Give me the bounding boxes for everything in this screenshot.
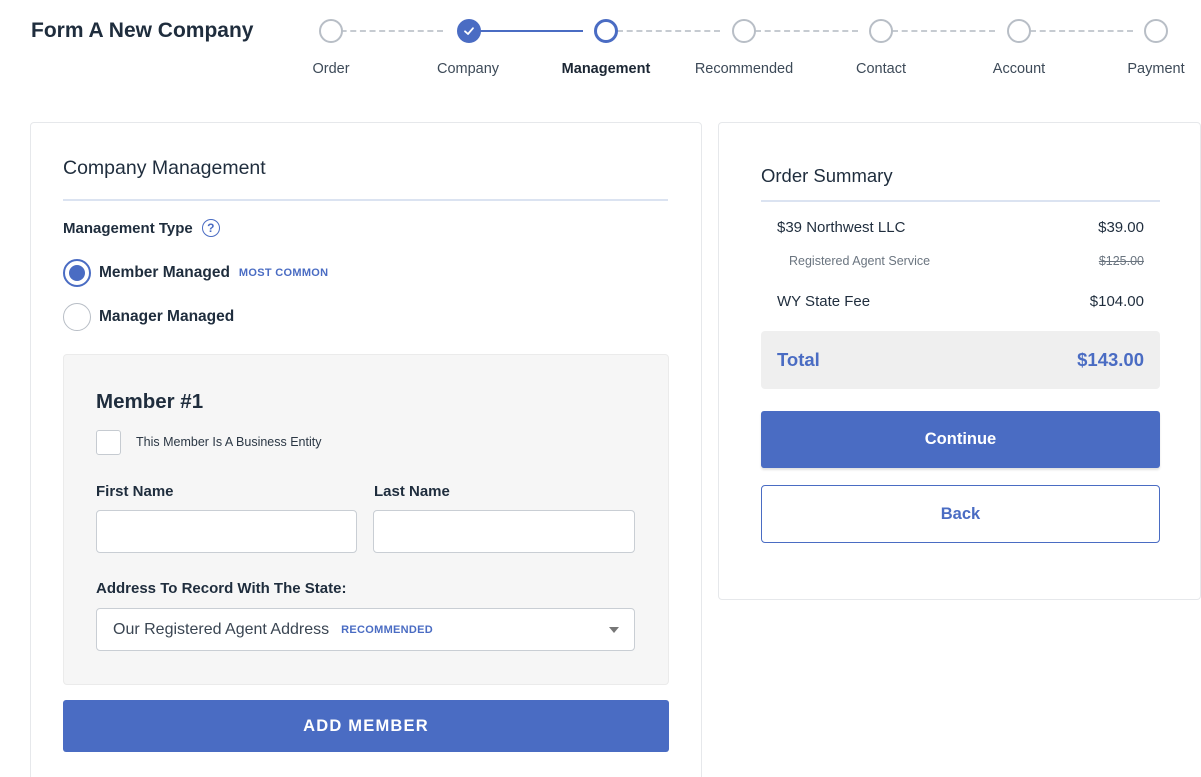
- add-member-button[interactable]: ADD MEMBER: [63, 700, 669, 752]
- step-payment-label: Payment: [1127, 61, 1185, 77]
- progress-stepper: Order Company Management Recommended Con…: [290, 12, 1201, 84]
- step-contact-indicator[interactable]: [869, 19, 893, 43]
- management-type-heading: Management Type ?: [63, 219, 220, 237]
- step-connector: [331, 30, 443, 32]
- step-management-indicator[interactable]: [594, 19, 618, 43]
- most-common-badge: MOST COMMON: [238, 267, 329, 279]
- step-order-label: Order: [312, 61, 350, 77]
- line-item-price: $104.00: [1089, 293, 1144, 310]
- line-item-name: $39 Northwest LLC: [777, 219, 906, 236]
- step-order-indicator[interactable]: [319, 19, 343, 43]
- line-item-name: WY State Fee: [777, 293, 871, 310]
- business-entity-checkbox[interactable]: [96, 430, 121, 455]
- line-item-name: Registered Agent Service: [789, 254, 931, 268]
- step-payment-indicator[interactable]: [1144, 19, 1168, 43]
- step-account-indicator[interactable]: [1007, 19, 1031, 43]
- line-item: WY State Fee $104.00: [777, 293, 1144, 310]
- first-name-label: First Name: [96, 483, 174, 500]
- radio-manager-managed[interactable]: Manager Managed: [63, 303, 234, 331]
- line-item-price: $125.00: [1098, 254, 1144, 268]
- member-panel: Member #1 This Member Is A Business Enti…: [63, 354, 669, 685]
- business-entity-label[interactable]: This Member Is A Business Entity: [136, 435, 322, 449]
- step-connector: [480, 30, 583, 32]
- step-connector: [892, 30, 995, 32]
- line-item: Registered Agent Service $125.00: [789, 254, 1144, 268]
- step-company-label: Company: [436, 61, 500, 77]
- company-management-card: Company Management Management Type ? Mem…: [30, 122, 702, 777]
- last-name-input[interactable]: [373, 510, 635, 553]
- radio-unchecked-icon[interactable]: [63, 303, 91, 331]
- step-account-label: Account: [992, 61, 1046, 77]
- summary-title: Order Summary: [761, 165, 893, 186]
- help-icon[interactable]: ?: [201, 219, 220, 237]
- address-select[interactable]: Our Registered Agent Address RECOMMENDED: [96, 608, 635, 651]
- radio-label[interactable]: Manager Managed: [99, 308, 234, 326]
- first-name-input[interactable]: [96, 510, 357, 553]
- continue-button[interactable]: Continue: [761, 411, 1160, 468]
- page-title: Form A New Company: [31, 19, 254, 42]
- last-name-label: Last Name: [374, 483, 450, 500]
- recommended-badge: RECOMMENDED: [341, 623, 434, 636]
- management-type-label: Management Type: [63, 219, 193, 237]
- step-contact-label: Contact: [856, 61, 906, 77]
- radio-checked-icon[interactable]: [63, 259, 91, 287]
- step-recommended-indicator[interactable]: [732, 19, 756, 43]
- order-summary-card: Order Summary $39 Northwest LLC $39.00 R…: [718, 122, 1201, 600]
- section-title: Company Management: [63, 157, 266, 179]
- checkmark-icon: [464, 27, 474, 35]
- caret-down-icon: [609, 627, 619, 633]
- step-connector: [617, 30, 720, 32]
- total-value: $143.00: [1077, 349, 1144, 370]
- section-divider: [63, 199, 668, 201]
- step-recommended-label: Recommended: [694, 61, 794, 77]
- summary-divider: [761, 200, 1160, 202]
- total-label: Total: [777, 349, 820, 370]
- step-connector: [755, 30, 858, 32]
- step-connector: [1030, 30, 1133, 32]
- address-label: Address To Record With The State:: [96, 580, 347, 597]
- total-row: Total $143.00: [761, 331, 1160, 389]
- step-management-label: Management: [561, 61, 651, 77]
- member-title: Member #1: [96, 390, 204, 413]
- radio-member-managed[interactable]: Member Managed MOST COMMON: [63, 259, 328, 287]
- line-item: $39 Northwest LLC $39.00: [777, 219, 1144, 236]
- address-select-value: Our Registered Agent Address: [113, 620, 330, 638]
- step-company-indicator[interactable]: [457, 19, 481, 43]
- line-item-price: $39.00: [1098, 219, 1144, 236]
- radio-label[interactable]: Member Managed: [99, 264, 230, 282]
- back-button[interactable]: Back: [761, 485, 1160, 543]
